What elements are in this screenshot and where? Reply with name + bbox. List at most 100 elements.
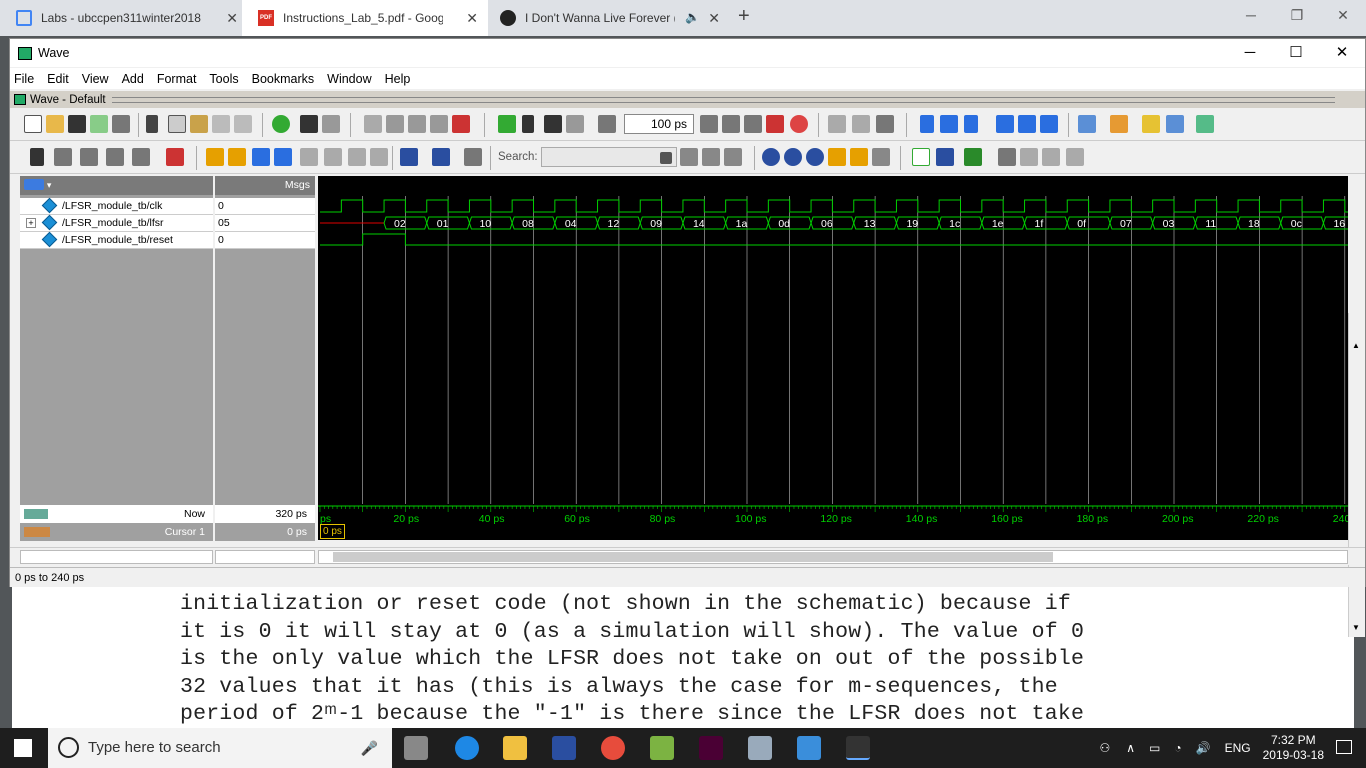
trace-forward-icon[interactable] [1196, 115, 1214, 133]
clock[interactable]: 7:32 PM 2019-03-18 [1263, 733, 1324, 763]
step-icon[interactable] [364, 115, 382, 133]
edge-icon[interactable] [455, 736, 479, 760]
minimize-button[interactable]: ─ [1228, 0, 1274, 32]
menu-file[interactable]: File [14, 72, 34, 86]
memory-icon[interactable] [852, 115, 870, 133]
stop-sim-icon[interactable] [790, 115, 808, 133]
delta-icon[interactable] [464, 148, 482, 166]
trace-icon[interactable] [1142, 115, 1160, 133]
open-icon[interactable] [46, 115, 64, 133]
find-icon[interactable] [300, 115, 318, 133]
cursor-lock-icon[interactable] [24, 527, 50, 537]
search-input[interactable] [541, 147, 677, 167]
cursor-add-icon[interactable] [24, 509, 48, 519]
zoom-cursor-icon[interactable] [828, 148, 846, 166]
ruler-icon[interactable] [132, 148, 150, 166]
windows-start-icon[interactable] [14, 739, 32, 757]
wave-pane-scrollbar[interactable] [318, 550, 1348, 564]
up-arrow-icon[interactable] [522, 115, 534, 133]
signal-row-clk[interactable]: /LFSR_module_tb/clk [20, 197, 213, 215]
undo-icon[interactable] [212, 115, 230, 133]
minimize-button[interactable]: ─ [1227, 39, 1273, 67]
menu-help[interactable]: Help [385, 72, 411, 86]
run-icon[interactable] [700, 115, 718, 133]
left-arrow-icon[interactable] [544, 115, 562, 133]
close-button[interactable]: ✕ [1319, 39, 1365, 67]
browser-tab-labs[interactable]: Labs - ubccpen311winter2018ter ✕ [0, 0, 248, 36]
zoom-range-icon[interactable] [850, 148, 868, 166]
print-icon[interactable] [112, 115, 130, 133]
zoom-mode-icon[interactable] [54, 148, 72, 166]
wifi-icon[interactable]: ◔ [1174, 741, 1181, 755]
zoom-in-icon[interactable] [762, 148, 780, 166]
name-pane-scrollbar[interactable] [20, 550, 213, 564]
pan-icon[interactable] [80, 148, 98, 166]
continue-icon[interactable] [722, 115, 740, 133]
trace-back-icon[interactable] [1166, 115, 1184, 133]
redo-icon[interactable] [234, 115, 252, 133]
waveform-area[interactable]: 02 01 10 08 04 12 09 14 1a 0d 06 13 19 1c 1e 1f 0f 07 03 11… [318, 176, 1366, 540]
traffic-light-icon[interactable] [166, 148, 184, 166]
volume-icon[interactable]: 🔊 [1196, 741, 1211, 755]
reload-icon[interactable] [90, 115, 108, 133]
menu-add[interactable]: Add [122, 72, 144, 86]
zoom-full-icon[interactable] [806, 148, 824, 166]
dataflow-icon[interactable] [1078, 115, 1096, 133]
zoom-last-icon[interactable] [872, 148, 890, 166]
step-back-icon[interactable] [996, 115, 1014, 133]
cut-icon[interactable] [146, 115, 158, 133]
perf-icon[interactable] [828, 115, 846, 133]
wave-format6-icon[interactable] [1042, 148, 1060, 166]
drag-handle[interactable] [111, 96, 1335, 103]
edge4-icon[interactable] [370, 148, 388, 166]
r-icon[interactable] [748, 736, 772, 760]
simulate-icon[interactable] [408, 115, 426, 133]
restore-button[interactable]: ❐ [1274, 0, 1320, 32]
wave-format7-icon[interactable] [1066, 148, 1084, 166]
battery-icon[interactable]: ▭ [1149, 741, 1160, 755]
menu-edit[interactable]: Edit [47, 72, 69, 86]
vertical-scrollbar[interactable]: ▲ ▼ [1348, 313, 1365, 637]
menu-view[interactable]: View [82, 72, 109, 86]
wave-format3-icon[interactable] [964, 148, 982, 166]
modelsim-taskbar-icon[interactable] [846, 736, 870, 760]
expand-time-icon[interactable] [400, 148, 418, 166]
break-sim-icon[interactable] [766, 115, 784, 133]
close-icon[interactable]: ✕ [466, 10, 478, 27]
scroll-up-icon[interactable]: ▲ [1352, 341, 1360, 350]
wave-format5-icon[interactable] [1020, 148, 1038, 166]
right-arrow-icon[interactable] [566, 115, 584, 133]
step-out-icon[interactable] [964, 115, 978, 133]
notification-icon[interactable] [1336, 740, 1352, 754]
signal-row-lfsr[interactable]: + /LFSR_module_tb/lfsr [20, 214, 213, 232]
edge3-icon[interactable] [348, 148, 366, 166]
notepad-icon[interactable] [650, 736, 674, 760]
edge2-icon[interactable] [324, 148, 342, 166]
collapse-time-icon[interactable] [432, 148, 450, 166]
new-icon[interactable] [24, 115, 42, 133]
layout-icon[interactable] [322, 115, 340, 133]
wave-format4-icon[interactable] [998, 148, 1016, 166]
search-icon[interactable] [680, 148, 698, 166]
next-transition-icon[interactable] [274, 148, 292, 166]
taskbar-search[interactable]: Type here to search 🎤 [48, 728, 392, 768]
maximize-button[interactable]: ☐ [1273, 39, 1319, 67]
search-options-icon[interactable] [724, 148, 742, 166]
close-icon[interactable]: ✕ [708, 10, 720, 27]
run-all-icon[interactable] [744, 115, 762, 133]
browser-tab-pdf[interactable]: PDF Instructions_Lab_5.pdf - Google ✕ [242, 0, 488, 36]
paste-icon[interactable] [190, 115, 208, 133]
select-pointer-icon[interactable] [30, 148, 44, 166]
restart-icon[interactable] [498, 115, 516, 133]
step-into-icon[interactable] [920, 115, 934, 133]
copy-icon[interactable] [168, 115, 186, 133]
search-next-icon[interactable] [702, 148, 720, 166]
schematic-icon[interactable] [1110, 115, 1128, 133]
task-view-icon[interactable] [404, 736, 428, 760]
menu-window[interactable]: Window [327, 72, 371, 86]
chrome-icon[interactable] [601, 736, 625, 760]
new-tab-button[interactable]: + [738, 5, 750, 28]
run-length-input[interactable]: 100 ps [624, 114, 694, 134]
close-icon[interactable]: ✕ [226, 10, 238, 27]
network-app-icon[interactable] [797, 736, 821, 760]
